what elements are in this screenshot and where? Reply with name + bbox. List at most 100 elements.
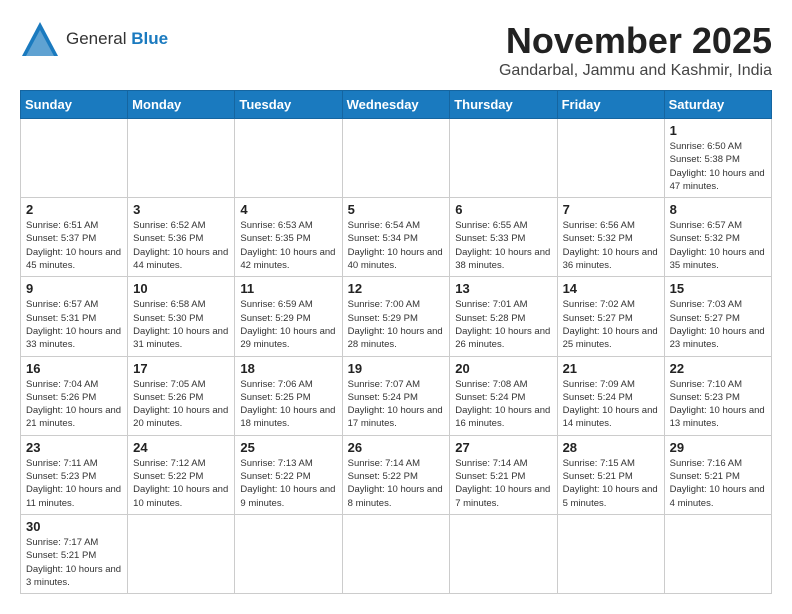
day-info: Sunrise: 7:01 AM Sunset: 5:28 PM Dayligh… xyxy=(455,298,551,351)
calendar-cell: 15 Sunrise: 7:03 AM Sunset: 5:27 PM Dayli… xyxy=(664,277,771,356)
calendar-week-row: 9Sunrise: 6:57 AM Sunset: 5:31 PM Daylig… xyxy=(21,277,772,356)
day-info: Sunrise: 6:53 AM Sunset: 5:35 PM Dayligh… xyxy=(240,219,336,272)
calendar-cell: 21Sunrise: 7:09 AM Sunset: 5:24 PM Dayli… xyxy=(557,356,664,435)
calendar-cell: 6Sunrise: 6:55 AM Sunset: 5:33 PM Daylig… xyxy=(450,198,557,277)
calendar-cell xyxy=(235,119,342,198)
calendar-cell: 11Sunrise: 6:59 AM Sunset: 5:29 PM Dayli… xyxy=(235,277,342,356)
calendar-cell: 9Sunrise: 6:57 AM Sunset: 5:31 PM Daylig… xyxy=(21,277,128,356)
page-header: General Blue November 2025 Gandarbal, Ja… xyxy=(20,20,772,80)
day-number: 8 xyxy=(670,202,766,217)
day-number: 22 xyxy=(670,361,766,376)
calendar-week-row: 30 Sunrise: 7:17 AM Sunset: 5:21 PM Dayli… xyxy=(21,514,772,593)
day-info: Sunrise: 7:13 AM Sunset: 5:22 PM Dayligh… xyxy=(240,457,336,510)
day-number: 23 xyxy=(26,440,122,455)
calendar-week-row: 1 Sunrise: 6:50 AM Sunset: 5:38 PM Daylig… xyxy=(21,119,772,198)
calendar-cell xyxy=(21,119,128,198)
weekday-header-saturday: Saturday xyxy=(664,91,771,119)
day-number: 21 xyxy=(563,361,659,376)
calendar-cell: 22 Sunrise: 7:10 AM Sunset: 5:23 PM Dayli… xyxy=(664,356,771,435)
calendar-cell xyxy=(557,119,664,198)
calendar-cell: 30 Sunrise: 7:17 AM Sunset: 5:21 PM Dayli… xyxy=(21,514,128,593)
calendar-cell: 2 Sunrise: 6:51 AM Sunset: 5:37 PM Daylig… xyxy=(21,198,128,277)
month-title: November 2025 xyxy=(499,20,772,62)
day-number: 15 xyxy=(670,281,766,296)
day-number: 5 xyxy=(348,202,445,217)
day-number: 14 xyxy=(563,281,659,296)
day-number: 30 xyxy=(26,519,122,534)
location-subtitle: Gandarbal, Jammu and Kashmir, India xyxy=(499,62,772,80)
day-number: 24 xyxy=(133,440,229,455)
day-info: Sunrise: 7:00 AM Sunset: 5:29 PM Dayligh… xyxy=(348,298,445,351)
title-area: November 2025 Gandarbal, Jammu and Kashm… xyxy=(499,20,772,80)
weekday-header-row: SundayMondayTuesdayWednesdayThursdayFrid… xyxy=(21,91,772,119)
day-info: Sunrise: 6:51 AM Sunset: 5:37 PM Dayligh… xyxy=(26,219,122,272)
calendar-cell xyxy=(128,514,235,593)
calendar-cell xyxy=(450,514,557,593)
day-info: Sunrise: 7:17 AM Sunset: 5:21 PM Dayligh… xyxy=(26,536,122,589)
day-number: 16 xyxy=(26,361,122,376)
calendar-cell: 8 Sunrise: 6:57 AM Sunset: 5:32 PM Daylig… xyxy=(664,198,771,277)
calendar-cell: 13 Sunrise: 7:01 AM Sunset: 5:28 PM Dayli… xyxy=(450,277,557,356)
calendar-cell xyxy=(128,119,235,198)
day-info: Sunrise: 6:57 AM Sunset: 5:32 PM Dayligh… xyxy=(670,219,766,272)
day-number: 17 xyxy=(133,361,229,376)
calendar-cell: 16 Sunrise: 7:04 AM Sunset: 5:26 PM Dayli… xyxy=(21,356,128,435)
day-info: Sunrise: 7:03 AM Sunset: 5:27 PM Dayligh… xyxy=(670,298,766,351)
calendar-cell: 19Sunrise: 7:07 AM Sunset: 5:24 PM Dayli… xyxy=(342,356,450,435)
day-info: Sunrise: 6:58 AM Sunset: 5:30 PM Dayligh… xyxy=(133,298,229,351)
weekday-header-monday: Monday xyxy=(128,91,235,119)
calendar-cell: 25Sunrise: 7:13 AM Sunset: 5:22 PM Dayli… xyxy=(235,435,342,514)
day-info: Sunrise: 6:54 AM Sunset: 5:34 PM Dayligh… xyxy=(348,219,445,272)
day-info: Sunrise: 7:16 AM Sunset: 5:21 PM Dayligh… xyxy=(670,457,766,510)
day-number: 3 xyxy=(133,202,229,217)
logo-icon xyxy=(20,20,60,58)
calendar-cell: 23 Sunrise: 7:11 AM Sunset: 5:23 PM Dayli… xyxy=(21,435,128,514)
day-number: 1 xyxy=(670,123,766,138)
calendar-cell: 17Sunrise: 7:05 AM Sunset: 5:26 PM Dayli… xyxy=(128,356,235,435)
calendar-week-row: 16 Sunrise: 7:04 AM Sunset: 5:26 PM Dayli… xyxy=(21,356,772,435)
logo-text: General Blue xyxy=(66,29,168,49)
calendar-cell: 18Sunrise: 7:06 AM Sunset: 5:25 PM Dayli… xyxy=(235,356,342,435)
day-info: Sunrise: 7:11 AM Sunset: 5:23 PM Dayligh… xyxy=(26,457,122,510)
weekday-header-thursday: Thursday xyxy=(450,91,557,119)
day-info: Sunrise: 6:56 AM Sunset: 5:32 PM Dayligh… xyxy=(563,219,659,272)
day-number: 2 xyxy=(26,202,122,217)
day-number: 27 xyxy=(455,440,551,455)
day-info: Sunrise: 7:08 AM Sunset: 5:24 PM Dayligh… xyxy=(455,378,551,431)
calendar-cell: 1 Sunrise: 6:50 AM Sunset: 5:38 PM Daylig… xyxy=(664,119,771,198)
day-number: 7 xyxy=(563,202,659,217)
day-number: 12 xyxy=(348,281,445,296)
day-info: Sunrise: 7:06 AM Sunset: 5:25 PM Dayligh… xyxy=(240,378,336,431)
day-info: Sunrise: 7:10 AM Sunset: 5:23 PM Dayligh… xyxy=(670,378,766,431)
calendar-cell: 7 Sunrise: 6:56 AM Sunset: 5:32 PM Daylig… xyxy=(557,198,664,277)
calendar-cell: 14Sunrise: 7:02 AM Sunset: 5:27 PM Dayli… xyxy=(557,277,664,356)
day-number: 29 xyxy=(670,440,766,455)
calendar-week-row: 2 Sunrise: 6:51 AM Sunset: 5:37 PM Daylig… xyxy=(21,198,772,277)
day-number: 26 xyxy=(348,440,445,455)
calendar-cell: 12 Sunrise: 7:00 AM Sunset: 5:29 PM Dayli… xyxy=(342,277,450,356)
day-number: 13 xyxy=(455,281,551,296)
calendar-cell: 27 Sunrise: 7:14 AM Sunset: 5:21 PM Dayli… xyxy=(450,435,557,514)
calendar-cell: 3 Sunrise: 6:52 AM Sunset: 5:36 PM Daylig… xyxy=(128,198,235,277)
day-info: Sunrise: 6:52 AM Sunset: 5:36 PM Dayligh… xyxy=(133,219,229,272)
day-number: 10 xyxy=(133,281,229,296)
weekday-header-tuesday: Tuesday xyxy=(235,91,342,119)
calendar-cell xyxy=(450,119,557,198)
day-number: 4 xyxy=(240,202,336,217)
day-number: 28 xyxy=(563,440,659,455)
day-info: Sunrise: 7:15 AM Sunset: 5:21 PM Dayligh… xyxy=(563,457,659,510)
calendar-cell: 4 Sunrise: 6:53 AM Sunset: 5:35 PM Daylig… xyxy=(235,198,342,277)
calendar-cell xyxy=(664,514,771,593)
day-number: 20 xyxy=(455,361,551,376)
calendar-cell: 24Sunrise: 7:12 AM Sunset: 5:22 PM Dayli… xyxy=(128,435,235,514)
calendar-cell: 20 Sunrise: 7:08 AM Sunset: 5:24 PM Dayli… xyxy=(450,356,557,435)
day-number: 11 xyxy=(240,281,336,296)
day-info: Sunrise: 7:14 AM Sunset: 5:21 PM Dayligh… xyxy=(455,457,551,510)
weekday-header-sunday: Sunday xyxy=(21,91,128,119)
calendar-cell: 26Sunrise: 7:14 AM Sunset: 5:22 PM Dayli… xyxy=(342,435,450,514)
calendar-cell xyxy=(557,514,664,593)
day-number: 9 xyxy=(26,281,122,296)
calendar-cell xyxy=(342,514,450,593)
day-info: Sunrise: 7:04 AM Sunset: 5:26 PM Dayligh… xyxy=(26,378,122,431)
day-info: Sunrise: 6:50 AM Sunset: 5:38 PM Dayligh… xyxy=(670,140,766,193)
